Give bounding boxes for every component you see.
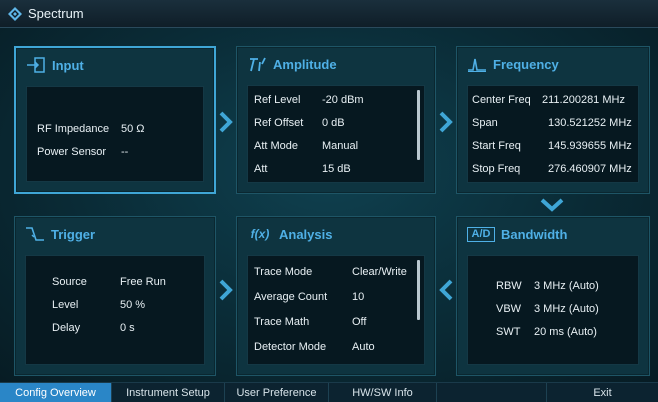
frequency-panel-body: Center Freq 211.200281 MHz Span 130.5212… [467,85,639,183]
trace-mode-label: Trace Mode [254,266,313,278]
amplitude-panel-body: Ref Level -20 dBm Ref Offset 0 dB Att Mo… [247,85,425,183]
exit-button[interactable]: Exit [547,383,658,402]
span-label: Span [472,117,498,129]
trace-math-value: Off [352,316,367,328]
amplitude-icon [247,56,267,72]
trace-math-label: Trace Math [254,316,310,328]
chevron-right-icon [218,279,234,301]
swt-label: SWT [496,326,521,338]
tab-config-overview[interactable]: Config Overview [0,383,112,402]
att-value: 15 dB [322,163,351,175]
att-label: Att [254,163,268,175]
att-mode-label: Att Mode [254,140,299,152]
trigger-level-label: Level [52,299,79,311]
tab-instrument-setup[interactable]: Instrument Setup [112,383,225,402]
detector-mode-label: Detector Mode [254,341,327,353]
trigger-edge-icon [25,226,45,242]
start-freq-label: Start Freq [472,140,521,152]
bandwidth-panel-title: Bandwidth [501,226,568,242]
chevron-right-icon [438,111,454,133]
stop-freq-label: Stop Freq [472,163,521,175]
swt-value: 20 ms (Auto) [534,326,597,338]
trigger-source-label: Source [52,276,87,288]
ref-level-value: -20 dBm [322,94,364,106]
amplitude-panel[interactable]: Amplitude Ref Level -20 dBm Ref Offset 0… [236,46,436,194]
trigger-panel-body: Source Free Run Level 50 % Delay 0 s [25,255,205,365]
rf-impedance-value: 50 Ω [121,123,145,135]
frequency-pulse-icon [467,56,487,72]
input-panel-body: RF Impedance 50 Ω Power Sensor -- [26,86,204,182]
amplitude-panel-title: Amplitude [273,56,337,72]
function-icon: f(x) [250,227,270,241]
average-count-value: 10 [352,291,365,303]
app-title: Spectrum [28,6,84,21]
input-arrow-icon [26,57,46,73]
trigger-source-value: Free Run [120,276,166,288]
amplitude-panel-header: Amplitude [237,47,435,81]
ref-offset-value: 0 dB [322,117,345,129]
power-sensor-label: Power Sensor [37,146,107,158]
title-bar: Spectrum [0,0,658,28]
bandwidth-panel-header: A/D Bandwidth [457,217,649,251]
att-mode-value: Manual [322,140,359,152]
bottom-softkey-bar: Config Overview Instrument Setup User Pr… [0,382,658,402]
vbw-label: VBW [496,303,522,315]
trigger-panel-header: Trigger [15,217,215,251]
input-panel[interactable]: Input RF Impedance 50 Ω Power Sensor -- [14,46,216,194]
span-value: 130.521252 MHz [548,117,632,129]
chevron-down-icon [540,198,564,212]
analysis-panel[interactable]: f(x) Analysis Trace Mode Clear/Write Ave… [236,216,436,376]
tab-spacer [437,383,547,402]
center-freq-value: 211.200281 MHz [542,94,625,106]
analysis-panel-body: Trace Mode Clear/Write Average Count 10 … [247,255,425,365]
analysis-panel-title: Analysis [279,226,333,242]
frequency-panel[interactable]: Frequency Center Freq 211.200281 MHz Spa… [456,46,650,194]
tab-hw-sw-info[interactable]: HW/SW Info [329,383,437,402]
trigger-panel[interactable]: Trigger Source Free Run Level 50 % Delay… [14,216,216,376]
start-freq-value: 145.939655 MHz [548,140,632,152]
analysis-panel-header: f(x) Analysis [237,217,435,251]
bandwidth-panel[interactable]: A/D Bandwidth RBW 3 MHz (Auto) VBW 3 MHz… [456,216,650,376]
bandwidth-panel-body: RBW 3 MHz (Auto) VBW 3 MHz (Auto) SWT 20… [467,255,639,365]
frequency-panel-header: Frequency [457,47,649,81]
detector-mode-value: Auto [352,341,375,353]
ad-icon: A/D [467,226,495,242]
average-count-label: Average Count [254,291,328,303]
rbw-label: RBW [496,280,522,292]
trigger-delay-label: Delay [52,322,81,334]
stop-freq-value: 276.460907 MHz [548,163,632,175]
config-overview-area: Input RF Impedance 50 Ω Power Sensor -- … [0,28,658,382]
trigger-level-value: 50 % [120,299,146,311]
vbw-value: 3 MHz (Auto) [534,303,599,315]
input-panel-title: Input [52,57,84,73]
amplitude-scrollbar[interactable] [417,90,420,160]
tab-user-preference[interactable]: User Preference [225,383,329,402]
rs-logo-icon [8,6,22,21]
trigger-delay-value: 0 s [120,322,135,334]
analysis-scrollbar[interactable] [417,260,420,320]
frequency-panel-title: Frequency [493,56,559,72]
center-freq-label: Center Freq [472,94,531,106]
chevron-right-icon [218,111,234,133]
ref-offset-label: Ref Offset [254,117,304,129]
ref-level-label: Ref Level [254,94,301,106]
rbw-value: 3 MHz (Auto) [534,280,599,292]
input-panel-header: Input [16,48,214,82]
chevron-left-icon [438,279,454,301]
trigger-panel-title: Trigger [51,226,96,242]
power-sensor-value: -- [121,146,129,158]
rf-impedance-label: RF Impedance [37,123,110,135]
trace-mode-value: Clear/Write [352,266,407,278]
